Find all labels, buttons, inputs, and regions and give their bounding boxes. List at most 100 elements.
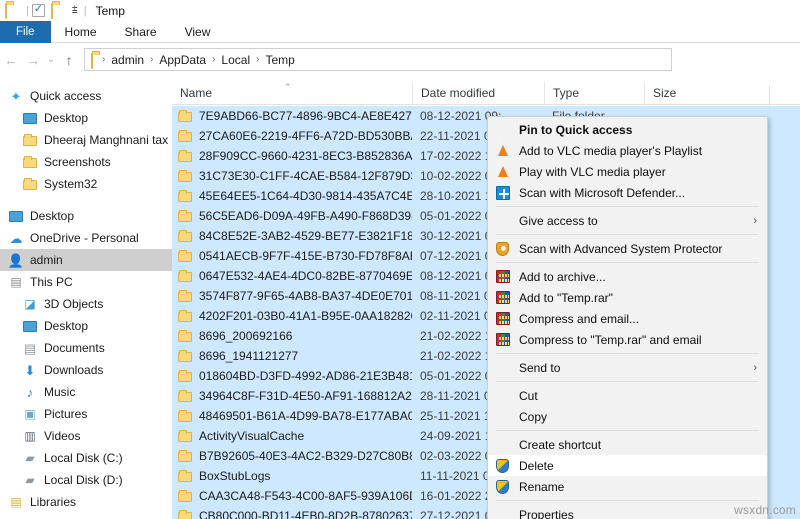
sidebar-item-label: Dheeraj Manghnani tax bbox=[44, 133, 168, 147]
uac-shield-icon bbox=[494, 479, 511, 495]
menu-item-label: Create shortcut bbox=[519, 438, 767, 452]
menu-item-cut[interactable]: Cut bbox=[488, 385, 767, 406]
file-name-cell[interactable]: B7B92605-40E3-4AC2-B329-D27C80B8879B bbox=[172, 449, 412, 463]
file-name-cell[interactable]: 8696_200692166 bbox=[172, 329, 412, 343]
recent-locations-button[interactable]: ⌄ bbox=[44, 48, 58, 72]
breadcrumb[interactable]: › admin › AppData › Local › Temp bbox=[84, 48, 672, 71]
tab-file[interactable]: File bbox=[0, 21, 51, 43]
sidebar-item-desktop[interactable]: Desktop bbox=[0, 107, 172, 129]
menu-item-send-to[interactable]: Send to› bbox=[488, 357, 767, 378]
menu-item-rename[interactable]: Rename bbox=[488, 476, 767, 497]
file-name-cell[interactable]: 84C8E52E-3AB2-4529-BE77-E3821F18E4B2 bbox=[172, 229, 412, 243]
tab-share[interactable]: Share bbox=[111, 21, 171, 43]
properties-checkbox-icon[interactable] bbox=[32, 4, 45, 17]
sidebar-item-this-pc[interactable]: ▤This PC bbox=[0, 271, 172, 293]
sidebar-item-local-disk-d[interactable]: ▰Local Disk (D:) bbox=[0, 469, 172, 491]
tab-home[interactable]: Home bbox=[51, 21, 111, 43]
file-name-cell[interactable]: 3574F877-9F65-4AB8-BA37-4DE0E701D84D bbox=[172, 289, 412, 303]
file-name-cell[interactable]: 4202F201-03B0-41A1-B95E-0AA18282692C bbox=[172, 309, 412, 323]
menu-item-label: Copy bbox=[519, 410, 767, 424]
winrar-icon bbox=[494, 290, 511, 306]
file-name-cell[interactable]: 56C5EAD6-D09A-49FB-A490-F868D39893... bbox=[172, 209, 412, 223]
folder-icon bbox=[178, 112, 192, 122]
column-header-name[interactable]: Name ⌃ bbox=[172, 82, 412, 105]
sidebar-item-label: 3D Objects bbox=[44, 297, 103, 311]
sidebar-item-videos[interactable]: ▥Videos bbox=[0, 425, 172, 447]
column-header-date-modified[interactable]: Date modified bbox=[412, 82, 544, 105]
sidebar-item-music[interactable]: ♪Music bbox=[0, 381, 172, 403]
libraries-icon: ▤ bbox=[8, 494, 24, 510]
titlebar-divider-2: | bbox=[84, 5, 87, 17]
menu-item-scan-with-advanced-system-protector[interactable]: Scan with Advanced System Protector bbox=[488, 238, 767, 259]
folder-icon bbox=[178, 352, 192, 362]
menu-item-scan-with-microsoft-defender[interactable]: Scan with Microsoft Defender... bbox=[488, 182, 767, 203]
sidebar-item-screenshots[interactable]: Screenshots bbox=[0, 151, 172, 173]
file-name-label: CAA3CA48-F543-4C00-8AF5-939A106D2... bbox=[199, 489, 412, 503]
file-name-cell[interactable]: BoxStubLogs bbox=[172, 469, 412, 483]
sidebar-item-dheeraj-manghnani-tax[interactable]: Dheeraj Manghnani tax bbox=[0, 129, 172, 151]
file-name-cell[interactable]: 45E64EE5-1C64-4D30-9814-435A7C4E1B23 bbox=[172, 189, 412, 203]
sidebar-item-label: Desktop bbox=[44, 111, 88, 125]
up-button[interactable]: ↑ bbox=[58, 48, 80, 72]
customize-dropdown-icon[interactable]: ⩲ bbox=[72, 5, 78, 16]
sidebar-item-libraries[interactable]: ▤Libraries bbox=[0, 491, 172, 513]
folder-icon bbox=[178, 152, 192, 162]
file-name-cell[interactable]: 48469501-B61A-4D99-BA78-E177ABA05084 bbox=[172, 409, 412, 423]
menu-item-compress-and-email[interactable]: Compress and email... bbox=[488, 308, 767, 329]
file-name-cell[interactable]: 0541AECB-9F7F-415E-B730-FD78F8AB81F6 bbox=[172, 249, 412, 263]
file-name-cell[interactable]: 7E9ABD66-BC77-4896-9BC4-AE8E427200... bbox=[172, 109, 412, 123]
breadcrumb-item-appdata[interactable]: AppData bbox=[157, 53, 208, 67]
column-header-size[interactable]: Size bbox=[644, 82, 730, 105]
menu-item-compress-to-temp-rar-and-email[interactable]: Compress to "Temp.rar" and email bbox=[488, 329, 767, 350]
back-button[interactable]: ← bbox=[0, 48, 22, 72]
breadcrumb-item-admin[interactable]: admin bbox=[109, 53, 146, 67]
menu-item-label: Send to bbox=[519, 361, 753, 375]
sidebar-item-3d-objects[interactable]: ◪3D Objects bbox=[0, 293, 172, 315]
menu-item-add-to-temp-rar[interactable]: Add to "Temp.rar" bbox=[488, 287, 767, 308]
list-right-edge bbox=[769, 86, 770, 506]
file-name-cell[interactable]: 27CA60E6-2219-4FF6-A72D-BD530BBAA6... bbox=[172, 129, 412, 143]
menu-item-add-to-vlc-media-player-s-playlist[interactable]: Add to VLC media player's Playlist bbox=[488, 140, 767, 161]
file-name-cell[interactable]: 31C73E30-C1FF-4CAE-B584-12F879D394AE bbox=[172, 169, 412, 183]
sidebar-item-documents[interactable]: ▤Documents bbox=[0, 337, 172, 359]
menu-item-label: Compress and email... bbox=[519, 312, 767, 326]
menu-item-play-with-vlc-media-player[interactable]: Play with VLC media player bbox=[488, 161, 767, 182]
sidebar-item-network[interactable]: ▲Network bbox=[0, 513, 172, 519]
sidebar-item-onedrive-personal[interactable]: ☁OneDrive - Personal bbox=[0, 227, 172, 249]
menu-item-pin-to-quick-access[interactable]: Pin to Quick access bbox=[488, 119, 767, 140]
breadcrumb-sep-1: › bbox=[146, 54, 157, 65]
menu-item-create-shortcut[interactable]: Create shortcut bbox=[488, 434, 767, 455]
column-header-type[interactable]: Type bbox=[544, 82, 644, 105]
file-name-cell[interactable]: 0647E532-4AE4-4DC0-82BE-8770469E52D9 bbox=[172, 269, 412, 283]
file-name-cell[interactable]: ActivityVisualCache bbox=[172, 429, 412, 443]
tab-view[interactable]: View bbox=[171, 21, 225, 43]
new-folder-icon[interactable] bbox=[51, 3, 66, 18]
menu-item-copy[interactable]: Copy bbox=[488, 406, 767, 427]
sidebar-item-admin[interactable]: 👤admin bbox=[0, 249, 172, 271]
sidebar-item-local-disk-c[interactable]: ▰Local Disk (C:) bbox=[0, 447, 172, 469]
file-name-cell[interactable]: 34964C8F-F31D-4E50-AF91-168812A210CF bbox=[172, 389, 412, 403]
sidebar-item-system32[interactable]: System32 bbox=[0, 173, 172, 195]
documents-icon: ▤ bbox=[22, 340, 38, 356]
file-name-cell[interactable]: CAA3CA48-F543-4C00-8AF5-939A106D2... bbox=[172, 489, 412, 503]
menu-item-give-access-to[interactable]: Give access to› bbox=[488, 210, 767, 231]
quick-access-folder-icon[interactable] bbox=[5, 3, 20, 18]
forward-button[interactable]: → bbox=[22, 48, 44, 72]
sidebar-item-quick-access[interactable]: ✦Quick access bbox=[0, 85, 172, 107]
sidebar-item-pictures[interactable]: ▣Pictures bbox=[0, 403, 172, 425]
sidebar-item-desktop[interactable]: Desktop bbox=[0, 315, 172, 337]
menu-item-properties[interactable]: Properties bbox=[488, 504, 767, 519]
file-name-label: 4202F201-03B0-41A1-B95E-0AA18282692C bbox=[199, 309, 412, 323]
music-icon: ♪ bbox=[22, 384, 38, 400]
sort-ascending-icon: ⌃ bbox=[284, 76, 292, 99]
file-name-cell[interactable]: CB80C000-BD11-4EB0-8D2B-87802637B62B bbox=[172, 509, 412, 519]
breadcrumb-item-temp[interactable]: Temp bbox=[263, 53, 296, 67]
sidebar-item-downloads[interactable]: ⬇Downloads bbox=[0, 359, 172, 381]
file-name-cell[interactable]: 018604BD-D3FD-4992-AD86-21E3B481086D bbox=[172, 369, 412, 383]
file-name-cell[interactable]: 28F909CC-9660-4231-8EC3-B852836A739E bbox=[172, 149, 412, 163]
menu-item-delete[interactable]: Delete bbox=[488, 455, 767, 476]
menu-item-add-to-archive[interactable]: Add to archive... bbox=[488, 266, 767, 287]
file-name-cell[interactable]: 8696_1941121277 bbox=[172, 349, 412, 363]
sidebar-item-desktop[interactable]: Desktop bbox=[0, 205, 172, 227]
breadcrumb-item-local[interactable]: Local bbox=[219, 53, 252, 67]
